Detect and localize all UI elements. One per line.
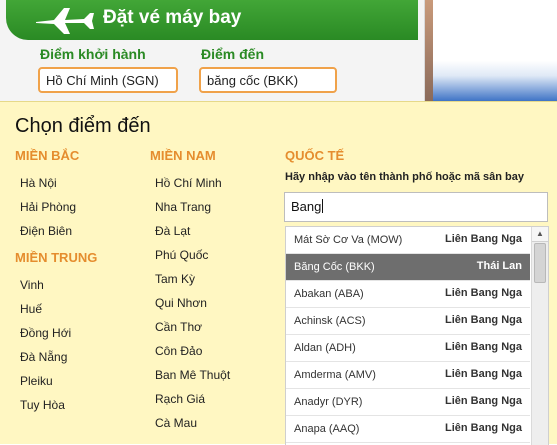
- result-row[interactable]: Achinsk (ACS) Liên Bang Nga: [286, 308, 530, 335]
- result-row-selected[interactable]: Băng Cốc (BKK) Thái Lan: [286, 254, 530, 281]
- region-international-heading: QUỐC TẾ: [285, 148, 345, 163]
- picker-title: Chọn điểm đến: [15, 115, 151, 137]
- background-sky: [425, 0, 557, 101]
- text-caret: [322, 199, 324, 213]
- search-hint: Hãy nhập vào tên thành phố hoặc mã sân b…: [285, 171, 524, 183]
- result-country: Liên Bang Nga: [444, 341, 522, 353]
- result-name: Achinsk (ACS): [294, 315, 366, 327]
- airplane-icon: [36, 8, 94, 34]
- result-name: Băng Cốc (BKK): [294, 261, 375, 273]
- results-scrollbar[interactable]: ▲: [531, 227, 548, 445]
- booking-widget: Đặt vé máy bay Điểm khởi hành Điểm đến H…: [0, 0, 425, 101]
- city-item[interactable]: Điện Biên: [20, 224, 72, 238]
- result-country: Liên Bang Nga: [444, 287, 522, 299]
- airport-results-list[interactable]: Mát Sờ Cơ Va (MOW) Liên Bang Nga Băng Cố…: [285, 226, 549, 445]
- scrollbar-thumb[interactable]: [534, 243, 546, 283]
- city-item[interactable]: Phú Quốc: [155, 248, 208, 262]
- result-name: Anapa (AAQ): [294, 423, 360, 435]
- result-country: Thái Lan: [476, 260, 522, 272]
- origin-field[interactable]: Hồ Chí Minh (SGN): [38, 67, 178, 93]
- widget-header: Đặt vé máy bay: [6, 0, 418, 40]
- region-south-heading: MIỀN NAM: [150, 148, 216, 163]
- city-item[interactable]: Vinh: [20, 278, 44, 292]
- city-item[interactable]: Hà Nội: [20, 176, 57, 190]
- city-item[interactable]: Nha Trang: [155, 200, 211, 214]
- city-item[interactable]: Tam Kỳ: [155, 272, 195, 286]
- city-item[interactable]: Đà Nẵng: [20, 350, 67, 364]
- result-name: Anadyr (DYR): [294, 396, 363, 408]
- city-item[interactable]: Hồ Chí Minh: [155, 176, 222, 190]
- background-divider: [425, 0, 433, 101]
- city-item[interactable]: Cần Thơ: [155, 320, 202, 334]
- region-north-heading: MIỀN BẮC: [15, 148, 80, 163]
- widget-title: Đặt vé máy bay: [103, 7, 242, 28]
- result-row[interactable]: Abakan (ABA) Liên Bang Nga: [286, 281, 530, 308]
- city-item[interactable]: Rạch Giá: [155, 392, 205, 406]
- scroll-up-arrow-icon[interactable]: ▲: [532, 227, 548, 242]
- result-row[interactable]: Amderma (AMV) Liên Bang Nga: [286, 362, 530, 389]
- result-name: Aldan (ADH): [294, 342, 356, 354]
- result-row[interactable]: Mát Sờ Cơ Va (MOW) Liên Bang Nga: [286, 227, 530, 254]
- region-central-heading: MIỀN TRUNG: [15, 250, 98, 265]
- city-item[interactable]: Pleiku: [20, 374, 53, 388]
- city-item[interactable]: Đà Lạt: [155, 224, 190, 238]
- city-item[interactable]: Ban Mê Thuột: [155, 368, 230, 382]
- origin-label: Điểm khởi hành: [40, 46, 146, 62]
- city-item[interactable]: Côn Đảo: [155, 344, 202, 358]
- city-item[interactable]: Đồng Hới: [20, 326, 71, 340]
- city-item[interactable]: Huế: [20, 302, 42, 316]
- result-country: Liên Bang Nga: [444, 368, 522, 380]
- destination-picker: Chọn điểm đến MIỀN BẮC Hà Nội Hải Phòng …: [0, 101, 557, 445]
- city-item[interactable]: Tuy Hòa: [20, 398, 65, 412]
- result-row[interactable]: Anadyr (DYR) Liên Bang Nga: [286, 389, 530, 416]
- city-item[interactable]: Qui Nhơn: [155, 296, 207, 310]
- result-row[interactable]: Aldan (ADH) Liên Bang Nga: [286, 335, 530, 362]
- result-country: Liên Bang Nga: [444, 233, 522, 245]
- destination-label: Điểm đến: [201, 46, 265, 62]
- result-country: Liên Bang Nga: [444, 422, 522, 434]
- destination-field[interactable]: băng cốc (BKK): [199, 67, 337, 93]
- city-item[interactable]: Cà Mau: [155, 416, 197, 430]
- result-row[interactable]: Anapa (AAQ) Liên Bang Nga: [286, 416, 530, 443]
- airport-search-input[interactable]: Bang: [284, 192, 548, 222]
- result-country: Liên Bang Nga: [444, 395, 522, 407]
- result-name: Mát Sờ Cơ Va (MOW): [294, 234, 403, 246]
- result-name: Amderma (AMV): [294, 369, 376, 381]
- result-name: Abakan (ABA): [294, 288, 364, 300]
- city-item[interactable]: Hải Phòng: [20, 200, 76, 214]
- result-country: Liên Bang Nga: [444, 314, 522, 326]
- search-input-value: Bang: [291, 199, 322, 214]
